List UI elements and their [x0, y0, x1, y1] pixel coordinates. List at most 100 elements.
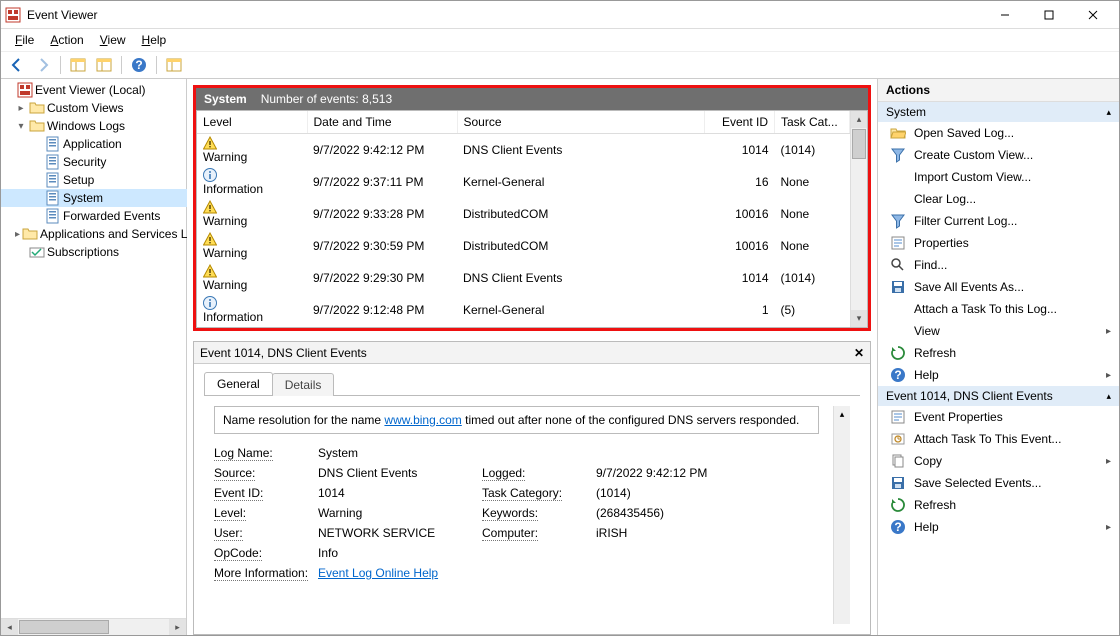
- event-list[interactable]: Level Date and Time Source Event ID Task…: [197, 111, 850, 327]
- help-button[interactable]: [127, 53, 151, 77]
- actions-pane: Actions System▴ Open Saved Log... Create…: [877, 79, 1119, 635]
- close-button[interactable]: [1071, 1, 1115, 29]
- help-icon: [890, 367, 906, 383]
- tree-forwarded[interactable]: Forwarded Events: [1, 207, 187, 225]
- titlebar: Event Viewer: [1, 1, 1119, 29]
- navigation-tree[interactable]: Event Viewer (Local) ▸Custom Views ▾Wind…: [1, 79, 187, 618]
- action-refresh2[interactable]: Refresh: [878, 494, 1119, 516]
- action-import-custom-view[interactable]: Import Custom View...: [878, 166, 1119, 188]
- back-button[interactable]: [5, 53, 29, 77]
- event-list-container: System Number of events: 8,513 Level Dat…: [193, 85, 871, 331]
- menu-action[interactable]: Action: [42, 31, 91, 49]
- table-row[interactable]: Information9/7/2022 9:12:48 PMKernel-Gen…: [197, 294, 850, 326]
- action-save-selected[interactable]: Save Selected Events...: [878, 472, 1119, 494]
- table-row[interactable]: Information9/7/2022 9:37:11 PMKernel-Gen…: [197, 166, 850, 198]
- tree-hscroll[interactable]: ◂▸: [1, 618, 186, 635]
- find-icon: [890, 257, 906, 273]
- save-icon: [890, 279, 906, 295]
- funnel-icon: [890, 147, 906, 163]
- event-detail-pane: Event 1014, DNS Client Events ✕ General …: [193, 341, 871, 635]
- menu-help[interactable]: Help: [134, 31, 175, 49]
- help-icon: [890, 519, 906, 535]
- warning-icon: [203, 200, 217, 214]
- table-row[interactable]: Warning9/7/2022 9:33:28 PMDistributedCOM…: [197, 198, 850, 230]
- event-message: Name resolution for the name www.bing.co…: [214, 406, 819, 434]
- menu-view[interactable]: View: [92, 31, 134, 49]
- action-refresh[interactable]: Refresh: [878, 342, 1119, 364]
- action-properties[interactable]: Properties: [878, 232, 1119, 254]
- toolbar: [1, 51, 1119, 79]
- warning-icon: [203, 264, 217, 278]
- properties-icon: [890, 409, 906, 425]
- tree-windows-logs[interactable]: ▾Windows Logs: [1, 117, 187, 135]
- detail-close-button[interactable]: ✕: [854, 346, 864, 360]
- refresh-icon: [890, 497, 906, 513]
- minimize-button[interactable]: [983, 1, 1027, 29]
- action-view[interactable]: View▸: [878, 320, 1119, 342]
- show-preview-button[interactable]: [92, 53, 116, 77]
- actions-section-event[interactable]: Event 1014, DNS Client Events▴: [878, 386, 1119, 406]
- event-list-scrollbar[interactable]: ▴ ▾: [850, 111, 867, 327]
- action-help[interactable]: Help▸: [878, 364, 1119, 386]
- tree-root[interactable]: Event Viewer (Local): [1, 81, 187, 99]
- show-tree-button[interactable]: [66, 53, 90, 77]
- action-event-properties[interactable]: Event Properties: [878, 406, 1119, 428]
- actions-header: Actions: [878, 79, 1119, 102]
- save-icon: [890, 475, 906, 491]
- maximize-button[interactable]: [1027, 1, 1071, 29]
- event-properties-grid: Log Name:System Source:DNS Client Events…: [214, 446, 819, 580]
- detail-scrollbar[interactable]: ▴: [833, 406, 850, 624]
- log-count: Number of events: 8,513: [261, 92, 392, 106]
- funnel-icon: [890, 213, 906, 229]
- copy-icon: [890, 453, 906, 469]
- tree-application[interactable]: Application: [1, 135, 187, 153]
- properties-icon: [890, 235, 906, 251]
- tree-subscriptions[interactable]: Subscriptions: [1, 243, 187, 261]
- tree-custom-views[interactable]: ▸Custom Views: [1, 99, 187, 117]
- menu-file[interactable]: File: [7, 31, 42, 49]
- col-source[interactable]: Source: [457, 111, 705, 134]
- refresh-icon: [890, 345, 906, 361]
- tree-setup[interactable]: Setup: [1, 171, 187, 189]
- dns-name-link[interactable]: www.bing.com: [384, 413, 461, 427]
- table-row[interactable]: Warning9/7/2022 9:42:12 PMDNS Client Eve…: [197, 134, 850, 167]
- information-icon: [203, 296, 217, 310]
- warning-icon: [203, 136, 217, 150]
- action-save-all[interactable]: Save All Events As...: [878, 276, 1119, 298]
- forward-button[interactable]: [31, 53, 55, 77]
- open-icon: [890, 125, 906, 141]
- table-row[interactable]: Warning9/7/2022 9:29:30 PMDNS Client Eve…: [197, 262, 850, 294]
- view-button[interactable]: [162, 53, 186, 77]
- tab-details[interactable]: Details: [272, 373, 335, 396]
- task-icon: [890, 431, 906, 447]
- more-info-link[interactable]: Event Log Online Help: [318, 566, 438, 580]
- window-title: Event Viewer: [27, 8, 97, 22]
- action-find[interactable]: Find...: [878, 254, 1119, 276]
- action-attach-task-event[interactable]: Attach Task To This Event...: [878, 428, 1119, 450]
- tree-system[interactable]: System: [1, 189, 187, 207]
- col-date[interactable]: Date and Time: [307, 111, 457, 134]
- action-copy[interactable]: Copy▸: [878, 450, 1119, 472]
- tree-security[interactable]: Security: [1, 153, 187, 171]
- action-help2[interactable]: Help▸: [878, 516, 1119, 538]
- action-attach-task-log[interactable]: Attach a Task To this Log...: [878, 298, 1119, 320]
- table-row[interactable]: Warning9/7/2022 9:30:59 PMDistributedCOM…: [197, 230, 850, 262]
- col-eventid[interactable]: Event ID: [705, 111, 775, 134]
- app-icon: [5, 7, 21, 23]
- log-name: System: [204, 92, 247, 106]
- detail-title: Event 1014, DNS Client Events: [200, 346, 367, 360]
- action-open-saved-log[interactable]: Open Saved Log...: [878, 122, 1119, 144]
- warning-icon: [203, 232, 217, 246]
- tab-general[interactable]: General: [204, 372, 273, 395]
- action-clear-log[interactable]: Clear Log...: [878, 188, 1119, 210]
- menubar: File Action View Help: [1, 29, 1119, 51]
- action-create-custom-view[interactable]: Create Custom View...: [878, 144, 1119, 166]
- information-icon: [203, 168, 217, 182]
- tree-apps-services[interactable]: ▸Applications and Services Logs: [1, 225, 187, 243]
- action-filter-log[interactable]: Filter Current Log...: [878, 210, 1119, 232]
- actions-section-system[interactable]: System▴: [878, 102, 1119, 122]
- table-row[interactable]: Information9/7/2022 9:12:48 PMKernel-Gen…: [197, 326, 850, 327]
- col-taskcat[interactable]: Task Cat...: [775, 111, 850, 134]
- log-header: System Number of events: 8,513: [196, 88, 868, 110]
- col-level[interactable]: Level: [197, 111, 307, 134]
